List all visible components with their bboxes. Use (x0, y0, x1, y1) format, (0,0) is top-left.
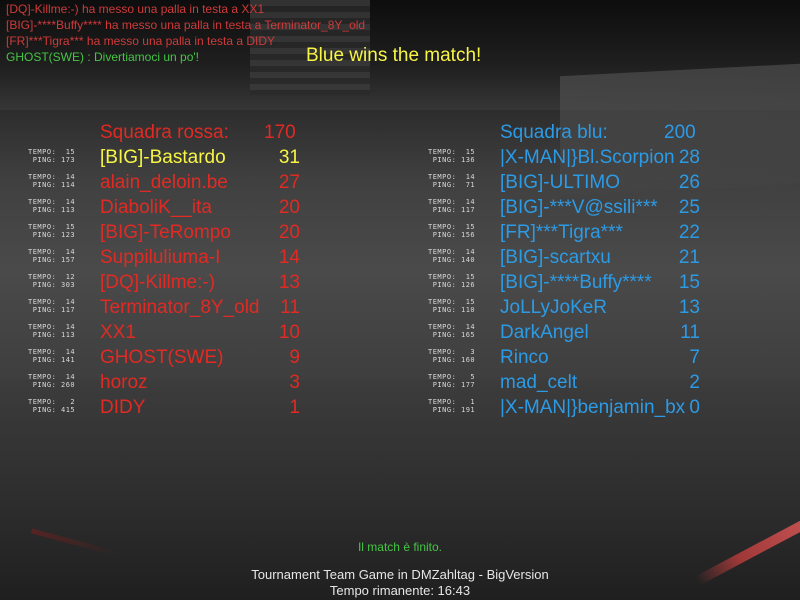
blue-player-score: 21 (678, 247, 700, 268)
blue-player-score: 11 (680, 322, 700, 343)
blue-player-stats: TEMPO: 14 PING: 117 (428, 198, 476, 214)
red-player-stats: TEMPO: 12 PING: 303 (28, 273, 76, 289)
red-player-stats: TEMPO: 14 PING: 260 (28, 373, 76, 389)
blue-player-name: Rinco (500, 347, 549, 368)
blue-player-score: 22 (678, 222, 700, 243)
blue-player-stats: TEMPO: 14 PING: 165 (428, 323, 476, 339)
red-team-label: Squadra rossa: (100, 122, 229, 143)
blue-player-score: 0 (689, 397, 700, 418)
red-player-score: 27 (278, 172, 300, 193)
blue-player-stats: TEMPO: 15 PING: 126 (428, 273, 476, 289)
red-player-name: DIDY (100, 397, 146, 418)
red-player-score: 20 (278, 222, 300, 243)
blue-player-name: [BIG]-****Buffy**** (500, 272, 652, 293)
red-player-stats: TEMPO: 15 PING: 123 (28, 223, 76, 239)
blue-player-stats: TEMPO: 1 PING: 191 (428, 398, 476, 414)
blue-player-name: [FR]***Tigra*** (500, 222, 623, 243)
blue-player-stats: TEMPO: 14 PING: 140 (428, 248, 476, 264)
red-team-total-score: 170 (264, 122, 296, 143)
blue-player-name: |X-MAN|}benjamin_bx (500, 397, 686, 418)
red-player-stats: TEMPO: 14 PING: 141 (28, 348, 76, 364)
blue-player-name: [BIG]-ULTIMO (500, 172, 620, 193)
red-player-name: [BIG]-Bastardo (100, 147, 226, 168)
red-player-stats: TEMPO: 15 PING: 173 (28, 148, 76, 164)
red-player-score: 11 (280, 297, 300, 318)
red-player-score: 20 (278, 197, 300, 218)
red-player-score: 14 (278, 247, 300, 268)
red-player-score: 10 (278, 322, 300, 343)
red-player-score: 31 (278, 147, 300, 168)
time-remaining: Tempo rimanente: 16:43 (329, 583, 471, 598)
blue-player-score: 26 (678, 172, 700, 193)
red-player-stats: TEMPO: 14 PING: 157 (28, 248, 76, 264)
blue-player-stats: TEMPO: 3 PING: 160 (428, 348, 476, 364)
red-player-stats: TEMPO: 14 PING: 113 (28, 198, 76, 214)
red-player-name: Terminator_8Y_old (100, 297, 260, 318)
red-player-name: [BIG]-TeRompo (100, 222, 231, 243)
blue-player-name: JoLLyJoKeR (500, 297, 608, 318)
red-player-name: XX1 (100, 322, 136, 343)
blue-player-stats: TEMPO: 15 PING: 110 (428, 298, 476, 314)
red-player-score: 3 (289, 372, 300, 393)
red-player-stats: TEMPO: 14 PING: 114 (28, 173, 76, 189)
blue-player-score: 15 (678, 272, 700, 293)
red-player-score: 9 (289, 347, 300, 368)
blue-player-score: 13 (678, 297, 700, 318)
chat-line: [DQ]-Killme:-) ha messo una palla in tes… (6, 2, 265, 16)
blue-player-name: |X-MAN|}Bl.Scorpion (500, 147, 675, 168)
red-player-stats: TEMPO: 14 PING: 113 (28, 323, 76, 339)
blue-player-name: [BIG]-***V@ssili*** (500, 197, 658, 218)
red-player-name: alain_deloin.be (100, 172, 228, 193)
match-result-headline: Blue wins the match! (306, 45, 482, 66)
red-player-name: Suppiluliuma-I (100, 247, 221, 268)
blue-player-name: mad_celt (500, 372, 578, 393)
blue-player-score: 28 (678, 147, 700, 168)
blue-player-stats: TEMPO: 5 PING: 177 (428, 373, 476, 389)
red-player-score: 13 (278, 272, 300, 293)
blue-player-stats: TEMPO: 15 PING: 136 (428, 148, 476, 164)
chat-line: [BIG]-****Buffy**** ha messo una palla i… (6, 18, 366, 32)
red-player-name: [DQ]-Killme:-) (100, 272, 216, 293)
game-info-title: Tournament Team Game in DMZahltag - BigV… (251, 567, 549, 582)
red-player-name: horoz (100, 372, 148, 393)
blue-player-stats: TEMPO: 15 PING: 156 (428, 223, 476, 239)
blue-player-stats: TEMPO: 14 PING: 71 (428, 173, 476, 189)
blue-player-score: 2 (689, 372, 700, 393)
red-player-name: GHOST(SWE) (100, 347, 224, 368)
blue-team-label: Squadra blu: (500, 122, 608, 143)
red-player-stats: TEMPO: 2 PING: 415 (28, 398, 76, 414)
red-player-score: 1 (289, 397, 300, 418)
blue-player-score: 7 (689, 347, 700, 368)
blue-player-name: [BIG]-scartxu (500, 247, 611, 268)
blue-player-score: 25 (678, 197, 700, 218)
red-player-stats: TEMPO: 14 PING: 117 (28, 298, 76, 314)
red-player-name: DiaboliK__ita (100, 197, 212, 218)
blue-team-total-score: 200 (664, 122, 696, 143)
blue-player-name: DarkAngel (500, 322, 589, 343)
match-ended-message: Il match è finito. (357, 540, 443, 554)
